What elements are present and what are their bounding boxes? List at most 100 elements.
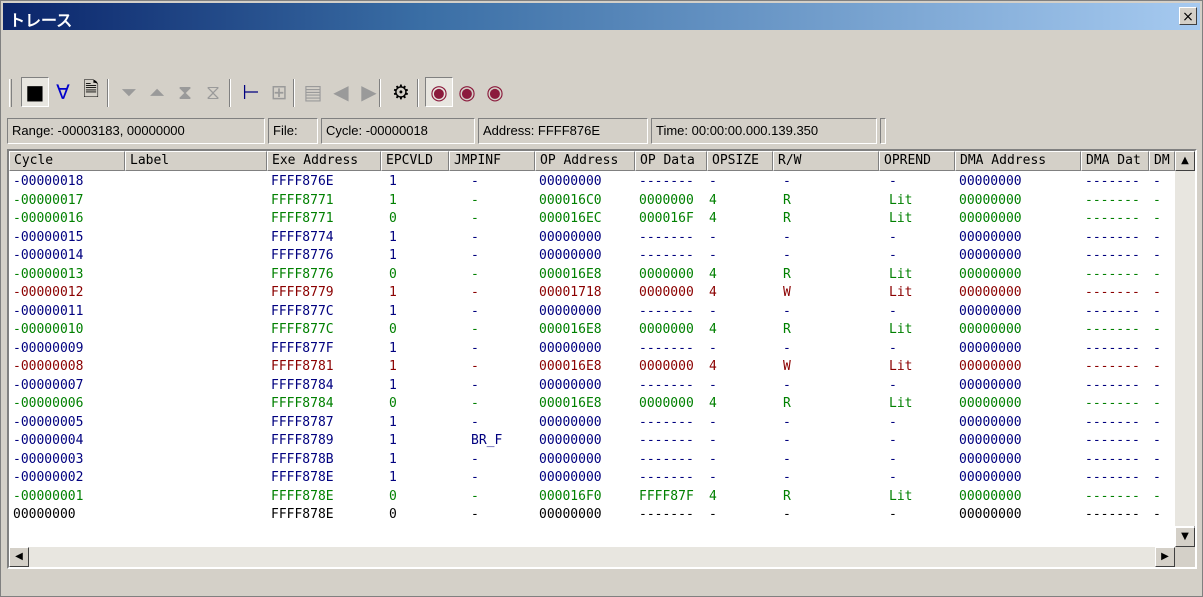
cell-label <box>129 377 267 395</box>
table-row[interactable]: -00000005 FFFF8787 1-00000000 ------- - - -000… <box>9 414 1175 433</box>
close-button[interactable]: × <box>1179 7 1197 25</box>
table-row[interactable]: -00000011 FFFF877C 1-00000000 ------- - - -000… <box>9 303 1175 322</box>
cell-oprend: - <box>889 507 897 522</box>
cell-dm: - <box>1153 433 1161 448</box>
cell-cycle: -00000011 <box>13 303 84 319</box>
properties-button[interactable]: ⚙ <box>387 77 415 107</box>
column-header-op-address[interactable]: OP Address <box>535 151 635 171</box>
cell-opsize: 4 <box>709 396 717 411</box>
filter-button[interactable]: ∀ <box>49 77 77 107</box>
table-row[interactable]: -00000001 FFFF878E 0 - 000016F0 FFFF87F 4 R Lit 0… <box>9 488 1175 507</box>
record-zoom-button[interactable]: ◉ <box>425 77 453 107</box>
title-bar[interactable]: トレース × <box>3 3 1200 30</box>
cell-cycle: -00000010 <box>13 322 84 337</box>
eject-up-button[interactable]: ⏶ <box>143 77 171 107</box>
column-header-jmpinf[interactable]: JMPINF <box>449 151 535 171</box>
cell-exe-address: FFFF8784 <box>271 396 334 411</box>
column-header-oprend[interactable]: OPREND <box>879 151 955 171</box>
scroll-right-button[interactable]: ▶ <box>1155 547 1175 567</box>
vertical-scrollbar[interactable]: ▲ ▼ <box>1175 151 1195 547</box>
cell-label <box>129 469 267 487</box>
table-row[interactable]: -00000018 FFFF876E 1-00000000 ------- - - -000… <box>9 173 1175 192</box>
cell-epcvld: 1 <box>389 229 397 245</box>
cell-label <box>129 247 267 265</box>
cell-r-w: R <box>783 192 791 208</box>
cell-cycle: -00000014 <box>13 248 84 263</box>
column-header-dma-dat[interactable]: DMA Dat <box>1081 151 1149 171</box>
column-header-epcvld[interactable]: EPCVLD <box>381 151 449 171</box>
cell-opsize: 4 <box>709 359 717 374</box>
cell-jmpinf: - <box>471 285 479 300</box>
toolbar-grip[interactable] <box>9 79 12 107</box>
cell-dma-address: 00000000 <box>959 488 1022 504</box>
table-row[interactable]: -00000017 FFFF8771 1 - 000016C0 0000000 4 R Lit 0… <box>9 192 1175 211</box>
record-stop-button[interactable]: ◉ <box>453 77 481 107</box>
cell-op-address: 00000000 <box>539 174 602 189</box>
cell-exe-address: FFFF8787 <box>271 414 334 430</box>
cell-oprend: Lit <box>889 359 913 374</box>
horizontal-scrollbar[interactable]: ◀ ▶ <box>9 547 1175 567</box>
column-header-dm[interactable]: DM <box>1149 151 1175 171</box>
record-reset-button[interactable]: ◉ <box>481 77 509 107</box>
cell-op-data: FFFF87F <box>639 488 694 504</box>
cell-op-data: ------- <box>639 340 694 356</box>
trace-table[interactable]: Cycle Label Exe Address EPCVLD JMPINF OP Addr… <box>7 149 1197 569</box>
table-row[interactable]: -00000007 FFFF8784 1-00000000 ------- - - -000… <box>9 377 1175 396</box>
cell-epcvld: 1 <box>389 377 397 393</box>
cell-r-w: R <box>783 211 791 226</box>
column-header-opsize[interactable]: OPSIZE <box>707 151 773 171</box>
scroll-down-button[interactable]: ▼ <box>1175 527 1195 547</box>
cell-dma-address: 00000000 <box>959 174 1022 189</box>
scroll-left-button[interactable]: ◀ <box>9 547 29 567</box>
table-row[interactable]: -00000008 FFFF8781 1 - 000016E8 0000000 4 W Lit 0… <box>9 358 1175 377</box>
table-row[interactable]: -00000014 FFFF8776 1-00000000 ------- - - -000… <box>9 247 1175 266</box>
scroll-up-button[interactable]: ▲ <box>1175 151 1195 171</box>
table-row[interactable]: -00000002 FFFF878E 1-00000000 ------- - - -000… <box>9 469 1175 488</box>
table-row[interactable]: 00000000 FFFF878E 0-00000000 ------- - - -0000… <box>9 506 1175 525</box>
cell-r-w: - <box>783 433 791 448</box>
record-reset-icon: ◉ <box>486 80 504 104</box>
table-row[interactable]: -00000004 FFFF8789 1 BR_F 00000000 ------- - - -… <box>9 432 1175 451</box>
column-header-exe-address[interactable]: Exe Address <box>267 151 381 171</box>
column-header-dma-address[interactable]: DMA Address <box>955 151 1081 171</box>
cell-dm: - <box>1153 396 1161 411</box>
table-row[interactable]: -00000015 FFFF8774 1-00000000 ------- - - -000… <box>9 229 1175 248</box>
cell-dma-dat: ------- <box>1085 174 1140 189</box>
column-header-r-w[interactable]: R/W <box>773 151 879 171</box>
cell-op-address: 00000000 <box>539 303 602 319</box>
table-row[interactable]: -00000010 FFFF877C 0 - 000016E8 0000000 4 R Lit 0… <box>9 321 1175 340</box>
cell-oprend: Lit <box>889 266 913 282</box>
table-row[interactable]: -00000012 FFFF8779 1 - 00001718 0000000 4 W Lit 0… <box>9 284 1175 303</box>
cell-oprend: - <box>889 303 897 319</box>
table-row[interactable]: -00000013 FFFF8776 0 - 000016E8 0000000 4 R Lit 0… <box>9 266 1175 285</box>
column-header-label[interactable]: Label <box>125 151 267 171</box>
table-row[interactable]: -00000006 FFFF8784 0 - 000016E8 0000000 4 R Lit 0… <box>9 395 1175 414</box>
step-back-button[interactable]: ◀ <box>327 77 355 107</box>
column-header-cycle[interactable]: Cycle <box>9 151 125 171</box>
trace-display-button[interactable]: ■ <box>21 77 49 107</box>
cell-epcvld: 1 <box>389 192 397 208</box>
cell-exe-address: FFFF876E <box>271 174 334 189</box>
document-button[interactable]: 🗎 <box>77 77 105 107</box>
table-row[interactable]: -00000009 FFFF877F 1-00000000 ------- - - -000… <box>9 340 1175 359</box>
cell-dma-dat: ------- <box>1085 377 1140 393</box>
cell-exe-address: FFFF8774 <box>271 229 334 245</box>
table-row[interactable]: -00000016 FFFF8771 0 - 000016EC 000016F 4 R Lit 0… <box>9 210 1175 229</box>
cell-epcvld: 1 <box>389 340 397 356</box>
table-row[interactable]: -00000003 FFFF878B 1-00000000 ------- - - -000… <box>9 451 1175 470</box>
cell-exe-address: FFFF8784 <box>271 377 334 393</box>
column-header-op-data[interactable]: OP Data <box>635 151 707 171</box>
cell-dma-dat: ------- <box>1085 433 1140 448</box>
cell-exe-address: FFFF8779 <box>271 285 334 300</box>
cell-dm: - <box>1153 451 1161 467</box>
filter-down-button[interactable]: ⏷ <box>115 77 143 107</box>
tree-button[interactable]: ⊢ <box>237 77 265 107</box>
cell-label <box>129 321 267 339</box>
toolbar-separator <box>229 79 231 107</box>
list-button[interactable]: ▤ <box>299 77 327 107</box>
collapse-button[interactable]: ⧗ <box>171 77 199 107</box>
toolbar-separator <box>417 79 419 107</box>
step-forward-icon: ▶ <box>361 80 377 104</box>
tree-alt-button[interactable]: ⊞ <box>265 77 293 107</box>
expand-button[interactable]: ⧖ <box>199 77 227 107</box>
